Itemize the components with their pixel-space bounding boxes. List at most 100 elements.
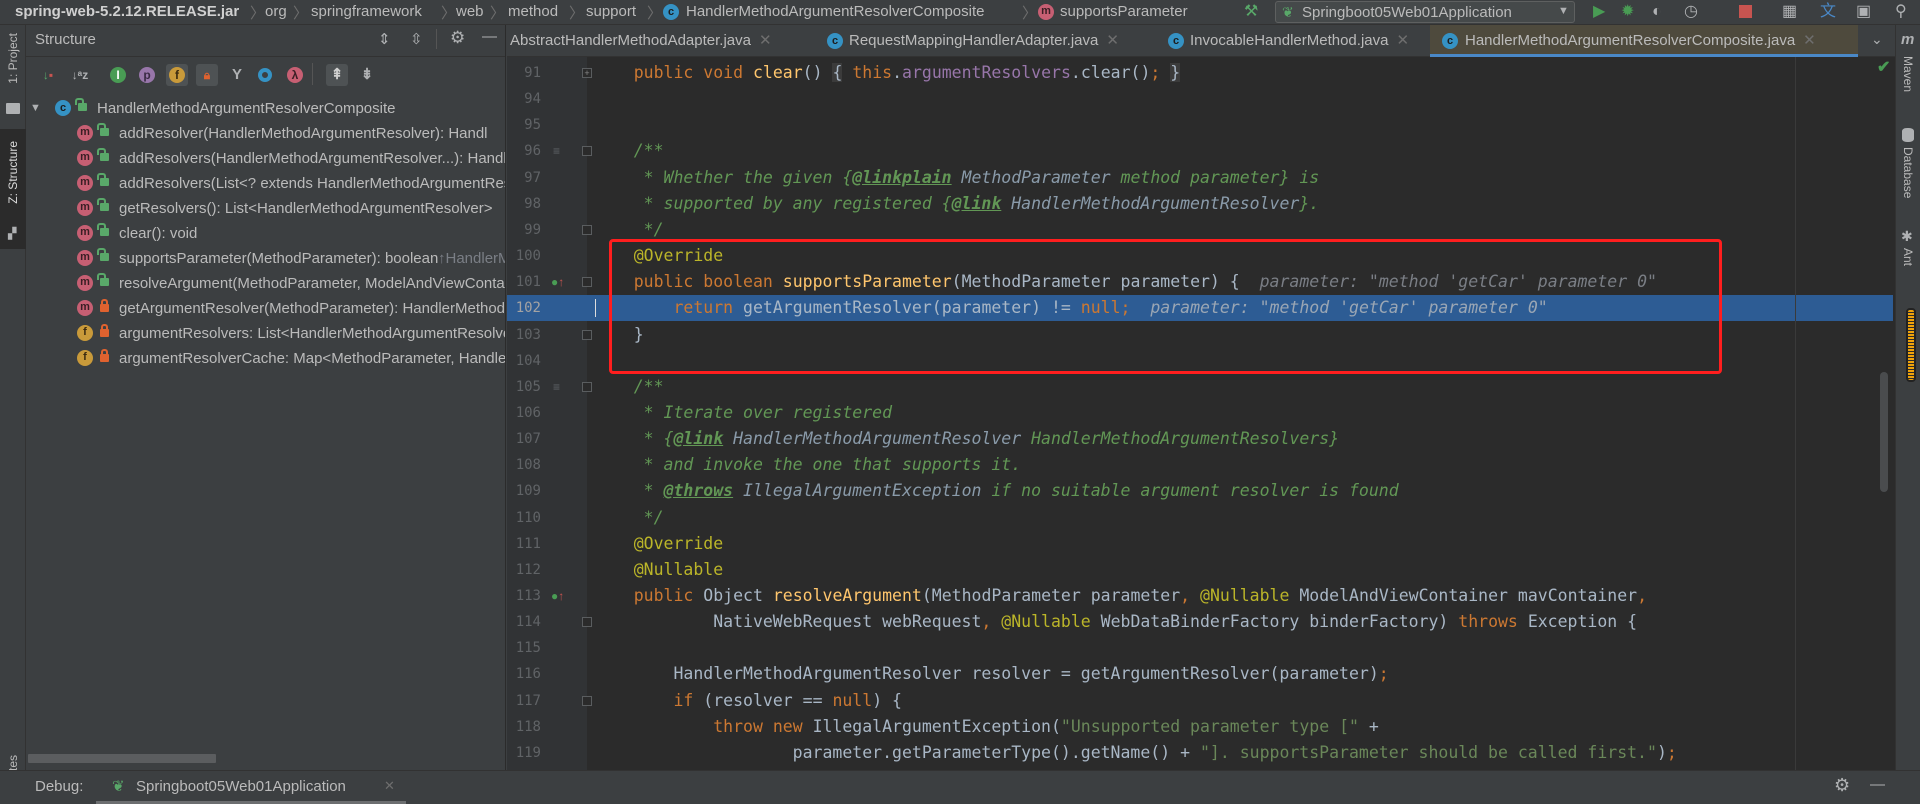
line-number[interactable]: 117 [507,688,541,714]
code-line[interactable]: 108 * and invoke the one that supports i… [507,452,1893,478]
fold-icon[interactable] [582,146,592,157]
expand-all-icon[interactable]: ⇕ [378,30,391,48]
code-line[interactable]: 117 if (resolver == null) { [507,688,1893,714]
tab-invocable-handler-method[interactable]: c InvocableHandlerMethod.java ✕ [1168,25,1409,57]
sort-by-visibility-icon[interactable]: ↓▪ [37,64,59,86]
line-number[interactable]: 102 [507,295,541,321]
overrides-method-icon[interactable]: ●↑ [551,583,564,609]
tree-item[interactable]: m supportsParameter(MethodParameter): boo… [26,246,505,271]
line-number[interactable]: 116 [507,661,541,687]
collapse-all-icon[interactable]: ⇳ [410,30,423,48]
breadcrumb-class[interactable]: HandlerMethodArgumentResolverComposite [686,3,984,20]
close-icon[interactable]: ✕ [1396,32,1409,49]
autoscroll-to-source-icon[interactable]: ⇞ [326,64,348,86]
show-non-public-icon[interactable]: 🔒︎ [196,64,218,86]
line-number[interactable]: 111 [507,531,541,557]
line-number[interactable]: 107 [507,426,541,452]
code-line[interactable]: 119 parameter.getParameterType().getName… [507,740,1893,766]
code-line[interactable]: 96 ≡ /** [507,138,1893,164]
line-number[interactable]: 114 [507,609,541,635]
close-icon[interactable]: ✕ [384,778,395,794]
close-icon[interactable]: ✕ [1106,32,1119,49]
expand-fold-icon[interactable]: + [582,68,592,78]
code-line[interactable]: 98 * supported by any registered {@link … [507,191,1893,217]
run-icon[interactable]: ▶ [1593,3,1605,21]
tree-item[interactable]: f argumentResolverCache: Map<MethodParame… [26,346,505,371]
code-editor[interactable]: 91 + public void clear() { this.argumentR… [507,57,1895,770]
show-properties-icon[interactable]: p [139,67,155,83]
line-number[interactable]: 115 [507,635,541,661]
debug-icon[interactable]: ✹ [1621,3,1634,21]
fold-icon[interactable] [582,329,592,340]
line-number[interactable]: 96 [507,138,541,164]
line-number[interactable]: 101 [507,269,541,295]
line-number[interactable]: 97 [507,165,541,191]
vertical-scrollbar[interactable] [1880,372,1888,492]
tab-request-mapping-handler-adapter[interactable]: c RequestMappingHandlerAdapter.java ✕ [827,25,1119,57]
code-line[interactable]: 114 NativeWebRequest webRequest, @Nullab… [507,609,1893,635]
coverage-icon[interactable]: ◐ [1652,3,1662,21]
search-icon[interactable]: ⚲ [1895,3,1907,21]
fold-icon[interactable] [582,224,592,235]
project-structure-icon[interactable]: ▦ [1782,3,1797,21]
tree-item[interactable]: f argumentResolvers: List<HandlerMethodAr… [26,321,505,346]
code-line[interactable]: 105 ≡ /** [507,374,1893,400]
code-line[interactable]: 112 @Nullable [507,557,1893,583]
breadcrumb-method-name[interactable]: supportsParameter [1060,3,1188,20]
code-line[interactable]: 118 throw new IllegalArgumentException("… [507,714,1893,740]
render-doc-icon[interactable]: ≡ [553,374,560,400]
render-doc-icon[interactable]: ≡ [553,138,560,164]
sort-alphabetically-icon[interactable]: ↓ᵃz [69,64,91,86]
code-line[interactable]: 116 HandlerMethodArgumentResolver resolv… [507,661,1893,687]
line-number[interactable]: 104 [507,348,541,374]
fold-icon[interactable] [582,617,592,628]
project-tool-tab[interactable]: 1: Project [6,33,20,84]
line-number[interactable]: 98 [507,191,541,217]
line-number[interactable]: 112 [507,557,541,583]
line-number[interactable]: 100 [507,243,541,269]
line-number[interactable]: 95 [507,112,541,138]
maven-tool-tab[interactable]: Maven [1901,56,1915,92]
tree-item[interactable]: m getResolvers(): List<HandlerMethodArgum… [26,196,505,221]
code-line[interactable]: 94 [507,86,1893,112]
show-inherited-icon[interactable]: I [110,67,126,83]
tree-item[interactable]: m resolveArgument(MethodParameter, ModelA… [26,271,505,296]
tree-item[interactable]: m addResolver(HandlerMethodArgumentResolv… [26,121,505,146]
gear-icon[interactable]: ⚙ [1834,775,1850,796]
line-number[interactable]: 118 [507,714,541,740]
memory-indicator[interactable] [1906,308,1916,382]
show-fields-icon[interactable]: f [169,67,185,83]
code-line[interactable]: 97 * Whether the given {@linkplain Metho… [507,165,1893,191]
show-interfaces-icon[interactable]: Y [226,64,248,86]
code-line[interactable]: 111 @Override [507,531,1893,557]
profile-icon[interactable]: ◷ [1684,3,1698,21]
line-number[interactable]: 109 [507,478,541,504]
code-line[interactable]: 109 * @throws IllegalArgumentException i… [507,478,1893,504]
close-icon[interactable]: ✕ [1803,32,1816,49]
code-line[interactable]: 113 ●↑ public Object resolveArgument(Meth… [507,583,1893,609]
line-number[interactable]: 106 [507,400,541,426]
minimize-icon[interactable]: — [1870,776,1885,793]
fold-icon[interactable] [582,381,592,392]
show-anonymous-icon[interactable] [258,68,272,82]
fold-icon[interactable] [582,277,592,288]
horizontal-scrollbar[interactable] [28,754,216,763]
chevron-down-icon[interactable]: ⌄ [1871,31,1883,48]
tree-item[interactable]: m addResolvers(HandlerMethodArgumentResol… [26,146,505,171]
tab-abstract-handler-method-adapter[interactable]: AbstractHandlerMethodAdapter.java ✕ [510,25,772,57]
breadcrumb-support[interactable]: support [586,3,636,20]
line-number[interactable]: 108 [507,452,541,478]
code-line[interactable]: 95 [507,112,1893,138]
tab-handler-method-argument-resolver-composite[interactable]: c HandlerMethodArgumentResolverComposite.… [1430,25,1858,57]
line-number[interactable]: 94 [507,86,541,112]
tree-item[interactable]: m getArgumentResolver(MethodParameter): H… [26,296,505,321]
tree-item[interactable]: m clear(): void [26,221,505,246]
line-number[interactable]: 119 [507,740,541,766]
hammer-build-icon[interactable]: ⚒ [1244,3,1258,21]
tree-item[interactable]: m addResolvers(List<? extends HandlerMeth… [26,171,505,196]
translate-icon[interactable]: 文 [1820,3,1836,21]
gear-icon[interactable]: ⚙ [450,28,465,48]
line-number[interactable]: 105 [507,374,541,400]
breadcrumb-springframework[interactable]: springframework [311,3,422,20]
breadcrumb-web[interactable]: web [456,3,484,20]
